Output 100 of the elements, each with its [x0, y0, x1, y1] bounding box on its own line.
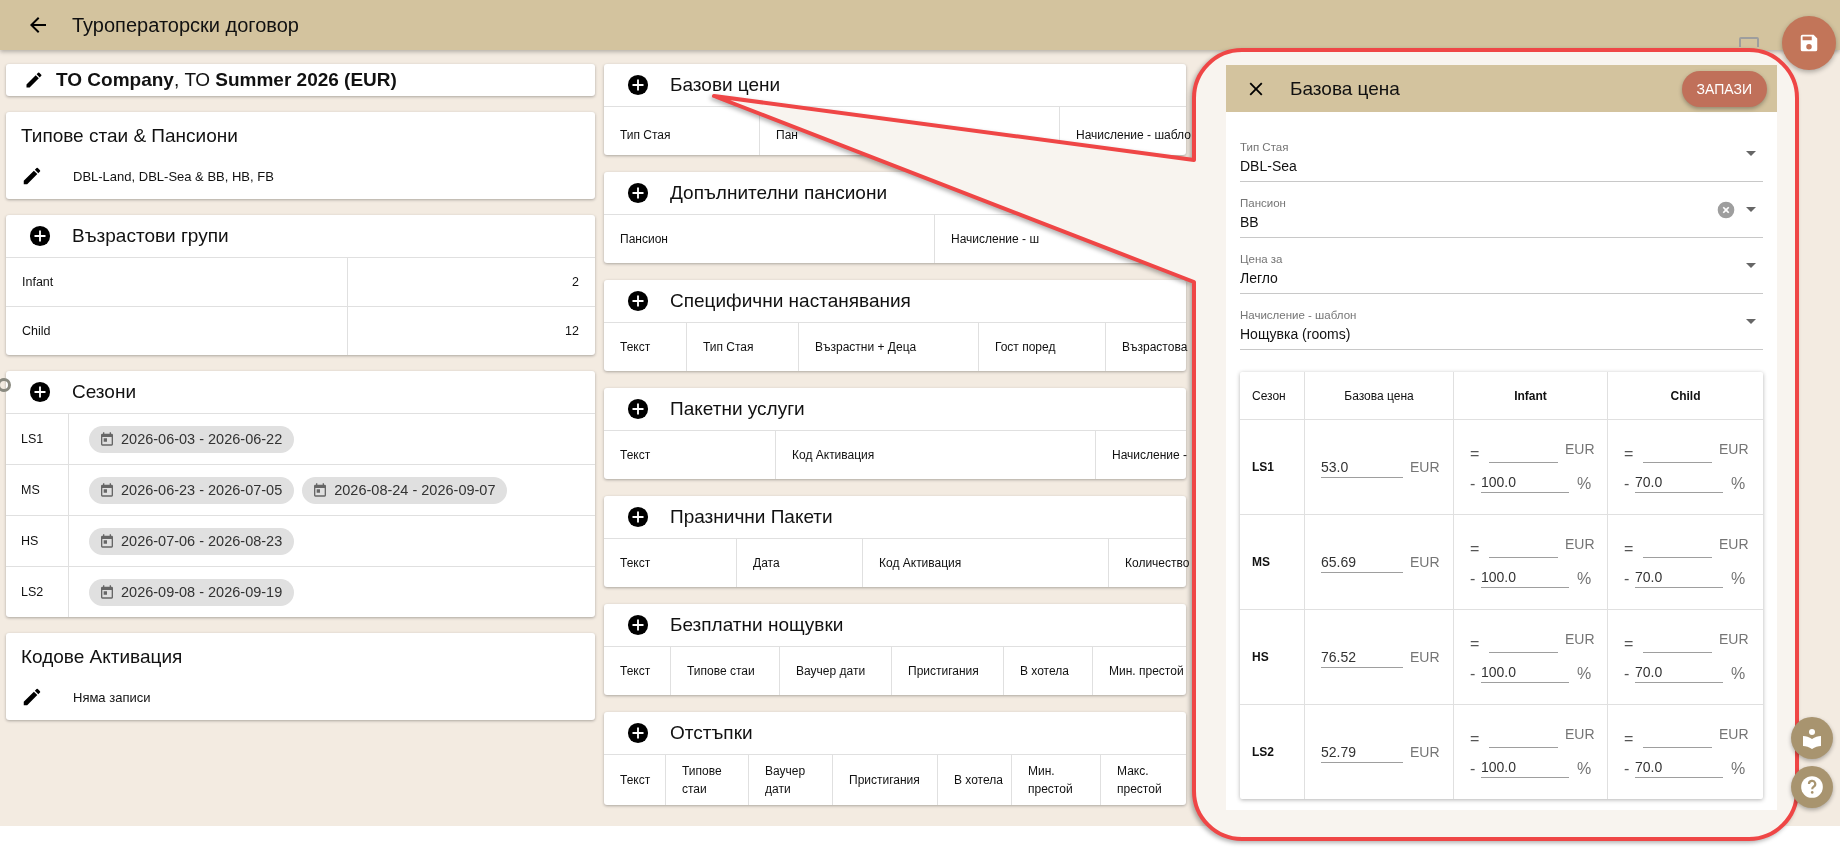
select-field[interactable]: Тип Стая DBL-Sea: [1240, 126, 1763, 182]
add-icon[interactable]: [627, 722, 649, 744]
date-range-chip[interactable]: 2026-08-24 - 2026-09-07: [302, 476, 508, 504]
currency-label: EUR: [1719, 726, 1749, 742]
select-field[interactable]: Цена за Легло: [1240, 238, 1763, 294]
season-code: MS: [1252, 555, 1270, 569]
minus-sign: -: [1624, 665, 1631, 683]
date-range-chip[interactable]: 2026-06-03 - 2026-06-22: [89, 425, 295, 453]
discount-field[interactable]: 100.0: [1481, 661, 1569, 683]
calendar-icon: [99, 482, 115, 498]
discount-field[interactable]: 100.0: [1481, 566, 1569, 588]
clear-icon[interactable]: [1716, 199, 1736, 220]
dropdown-caret-icon[interactable]: [1746, 207, 1756, 212]
calendar-icon: [312, 482, 329, 498]
column-header: В хотела: [1020, 664, 1069, 678]
percent-label: %: [1577, 760, 1592, 778]
card-title: Възрастови групи: [72, 225, 229, 247]
discount-field[interactable]: 70.0: [1635, 756, 1723, 778]
select-field[interactable]: Начисление - шаблон Нощувка (rooms): [1240, 294, 1763, 350]
currency-label: EUR: [1565, 536, 1595, 552]
card-title: Отстъпки: [670, 722, 753, 744]
price-field[interactable]: 52.79: [1321, 741, 1403, 763]
percent-label: %: [1577, 570, 1592, 588]
column-header: Тип Стая: [703, 340, 754, 354]
season-code: HS: [6, 516, 69, 566]
discount-field[interactable]: 100.0: [1481, 471, 1569, 493]
save-button[interactable]: ЗАПАЗИ: [1681, 70, 1767, 107]
discount-field[interactable]: 70.0: [1635, 661, 1723, 683]
equals-sign: =: [1624, 730, 1635, 748]
equals-sign: =: [1624, 445, 1635, 463]
currency-label: EUR: [1719, 441, 1749, 457]
contract-title: TO Company, ТО Summer 2026 (EUR): [56, 69, 397, 91]
discount-field[interactable]: 100.0: [1481, 756, 1569, 778]
column-header: Начисление -: [1112, 448, 1188, 462]
column-header: Възрастова: [1122, 340, 1188, 354]
column-header: Гост поред: [995, 340, 1056, 354]
percent-label: %: [1577, 665, 1592, 683]
percent-label: %: [1731, 570, 1746, 588]
season-code: LS2: [1252, 745, 1274, 759]
card-title: Кодове Активация: [20, 645, 184, 669]
reader-icon: [1800, 726, 1824, 750]
minus-sign: -: [1624, 570, 1631, 588]
date-range-chip[interactable]: 2026-09-08 - 2026-09-19: [89, 578, 295, 606]
dropdown-caret-icon[interactable]: [1746, 151, 1756, 156]
calendar-icon: [99, 584, 115, 600]
season-code: LS2: [6, 567, 69, 617]
column-header: Тип Стая: [620, 128, 671, 142]
card-title: Сезони: [72, 381, 137, 403]
currency-label: EUR: [1565, 726, 1595, 742]
season-code: LS1: [6, 414, 69, 464]
add-icon[interactable]: [627, 290, 649, 312]
currency-label: EUR: [1565, 441, 1595, 457]
dropdown-caret-icon[interactable]: [1746, 263, 1756, 268]
column-header: Код Активация: [792, 448, 875, 462]
dropdown-caret-icon[interactable]: [1746, 319, 1756, 324]
discount-field[interactable]: 70.0: [1635, 471, 1723, 493]
add-icon[interactable]: [29, 381, 51, 403]
card-title: Специфични настанявания: [670, 290, 911, 312]
minus-sign: -: [1470, 570, 1477, 588]
percent-label: %: [1731, 475, 1746, 493]
discount-field[interactable]: 70.0: [1635, 566, 1723, 588]
add-icon[interactable]: [29, 225, 51, 247]
price-field[interactable]: 76.52: [1321, 646, 1403, 668]
select-field[interactable]: Пансион BB: [1240, 182, 1763, 238]
add-icon[interactable]: [627, 614, 649, 636]
column-header: Infant: [1514, 388, 1547, 403]
card-title: Базови цени: [670, 74, 781, 96]
column-header: Child: [1670, 388, 1701, 403]
table-cell: Infant: [6, 258, 348, 306]
currency-label: EUR: [1410, 459, 1440, 475]
column-header: Базова цена: [1344, 388, 1414, 403]
column-header: Текст: [620, 664, 651, 678]
equals-sign: =: [1470, 635, 1481, 653]
add-icon[interactable]: [627, 74, 649, 96]
minus-sign: -: [1624, 475, 1631, 493]
currency-label: EUR: [1719, 631, 1749, 647]
pencil-icon[interactable]: [24, 70, 44, 90]
percent-label: %: [1577, 475, 1592, 493]
pencil-icon[interactable]: [21, 165, 43, 187]
add-icon[interactable]: [627, 182, 649, 204]
date-range-chip[interactable]: 2026-06-23 - 2026-07-05: [89, 476, 295, 504]
page-title: Туроператорски договор: [72, 13, 299, 37]
date-range-chip[interactable]: 2026-07-06 - 2026-08-23: [89, 527, 295, 555]
column-header: Ваучер дати: [765, 763, 807, 798]
minus-sign: -: [1470, 665, 1477, 683]
column-header: Начисление - ш: [951, 232, 1039, 246]
price-field[interactable]: 53.0: [1321, 456, 1403, 478]
add-icon[interactable]: [627, 398, 649, 420]
equals-sign: =: [1624, 635, 1635, 653]
table-cell-text: 12: [564, 323, 580, 340]
equals-sign: =: [1470, 540, 1481, 558]
card-title: Пакетни услуги: [670, 398, 805, 420]
currency-label: EUR: [1719, 536, 1749, 552]
minus-sign: -: [1470, 760, 1477, 778]
price-field[interactable]: 65.69: [1321, 551, 1403, 573]
season-code: MS: [6, 465, 69, 515]
dialog-title: Базова цена: [1290, 77, 1400, 100]
add-icon[interactable]: [627, 506, 649, 528]
pencil-icon[interactable]: [21, 686, 43, 708]
currency-label: EUR: [1565, 631, 1595, 647]
